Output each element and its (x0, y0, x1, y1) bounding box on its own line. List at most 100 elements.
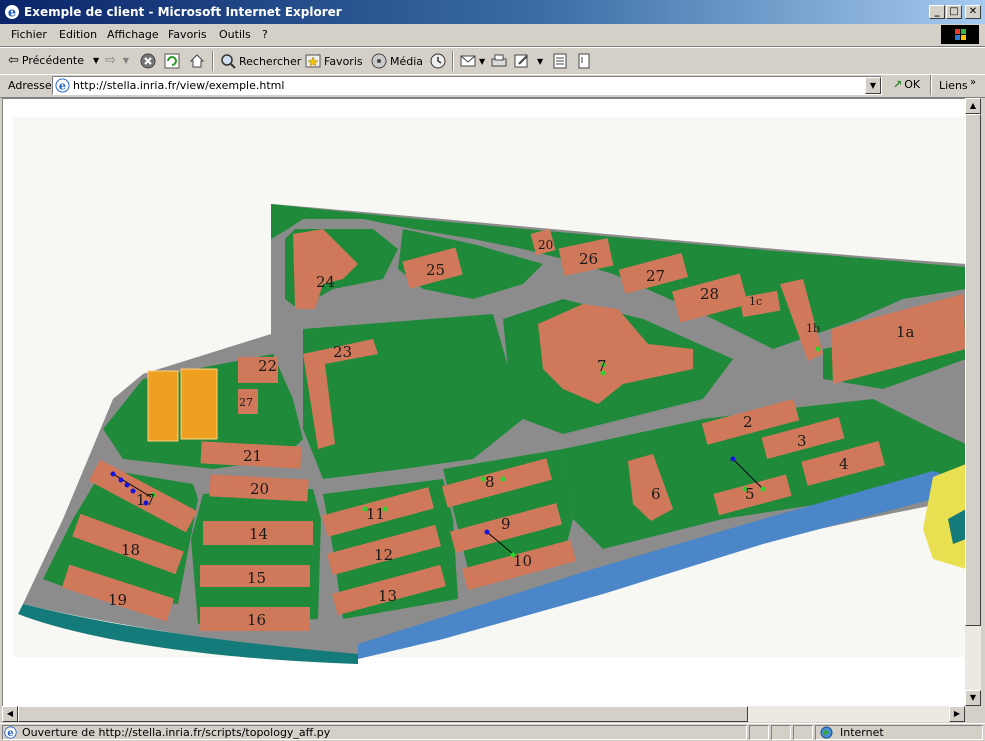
status-text: Ouverture de http://stella.inria.fr/scri… (22, 726, 331, 739)
printer-icon (491, 54, 507, 67)
label-27-small: 27 (239, 396, 253, 409)
label-23: 23 (333, 343, 352, 361)
go-label: OK (904, 78, 921, 91)
vertical-scrollbar[interactable]: ▲ ▼ (965, 98, 981, 706)
go-arrow-icon: ↗ (893, 78, 903, 91)
vertical-scroll-thumb[interactable] (965, 114, 981, 626)
campus-map[interactable]: 24 25 20 26 27 28 1c 1b 1a 23 7 22 27 21… (3, 99, 966, 707)
edit-button[interactable]: ▼ (514, 53, 543, 69)
label-8: 8 (485, 473, 495, 491)
label-12: 12 (374, 546, 393, 564)
menu-outils[interactable]: Outils (219, 28, 251, 41)
search-button[interactable]: Rechercher (220, 53, 301, 69)
menu-edition[interactable]: Edition (59, 28, 97, 41)
maximize-button[interactable]: □ (946, 5, 962, 19)
label-5: 5 (745, 485, 755, 503)
internet-explorer-icon: e (5, 5, 19, 21)
print-button[interactable] (490, 53, 508, 69)
scroll-left-button[interactable]: ◀ (2, 706, 18, 722)
status-panel-empty (749, 725, 769, 740)
svg-text:e: e (59, 79, 66, 93)
svg-text:e: e (8, 6, 16, 21)
label-24: 24 (316, 273, 335, 291)
scroll-corner (965, 706, 981, 722)
security-zone-panel: Internet (815, 725, 983, 740)
chevron-down-icon: ▼ (537, 56, 544, 66)
menu-help[interactable]: ? (262, 28, 268, 41)
discuss-button[interactable] (552, 53, 568, 69)
toolbar-separator (452, 51, 454, 71)
favorites-button[interactable]: Favoris (305, 53, 363, 69)
edit-icon (514, 54, 528, 68)
address-url: http://stella.inria.fr/view/exemple.html (73, 79, 285, 92)
media-icon (371, 53, 387, 69)
address-input[interactable]: e http://stella.inria.fr/view/exemple.ht… (52, 76, 882, 95)
horizontal-scrollbar[interactable]: ◀ ▶ (2, 706, 965, 722)
favorites-label: Favoris (324, 54, 363, 68)
windows-logo-icon (941, 25, 979, 44)
menu-affichage[interactable]: Affichage (107, 28, 159, 41)
refresh-button[interactable] (164, 53, 180, 69)
address-bar: Adresse e http://stella.inria.fr/view/ex… (0, 74, 985, 98)
chevron-right-icon: » (970, 77, 977, 88)
scroll-down-button[interactable]: ▼ (965, 690, 981, 706)
forward-arrow-icon: ⇨ (105, 53, 116, 68)
label-6: 6 (651, 485, 661, 503)
label-28: 28 (700, 285, 719, 303)
label-20: 20 (250, 480, 269, 498)
toolbar-separator (212, 51, 214, 71)
label-16: 16 (247, 611, 266, 629)
minimize-button[interactable]: _ (929, 5, 945, 19)
label-22: 22 (258, 357, 277, 375)
label-15: 15 (247, 569, 266, 587)
address-dropdown-button[interactable]: ▼ (865, 77, 881, 94)
status-bar: e Ouverture de http://stella.inria.fr/sc… (0, 723, 985, 741)
close-button[interactable]: ✕ (965, 5, 981, 19)
status-text-panel: e Ouverture de http://stella.inria.fr/sc… (2, 725, 747, 740)
home-button[interactable] (189, 53, 205, 69)
mail-icon (460, 55, 476, 67)
label-10: 10 (513, 552, 532, 570)
label-18: 18 (121, 541, 140, 559)
go-button[interactable]: ↗ OK (893, 78, 920, 91)
back-button[interactable]: ⇦ Précédente ▼ (8, 53, 99, 68)
svg-text:e: e (7, 728, 13, 739)
label-9: 9 (501, 515, 511, 533)
mail-button[interactable]: ▼ (460, 53, 485, 69)
scroll-right-button[interactable]: ▶ (949, 706, 965, 722)
history-globe-icon (430, 53, 446, 69)
title-bar: e Exemple de client - Microsoft Internet… (0, 0, 985, 24)
label-1b: 1b (806, 322, 820, 335)
menu-favoris[interactable]: Favoris (168, 28, 207, 41)
search-icon (221, 54, 236, 69)
history-button[interactable] (429, 53, 447, 69)
chevron-down-icon: ▼ (479, 56, 486, 66)
media-button[interactable]: Média (371, 53, 423, 69)
zone-label: Internet (840, 726, 884, 739)
scroll-up-button[interactable]: ▲ (965, 98, 981, 114)
label-1c: 1c (749, 295, 762, 308)
status-panel-empty (771, 725, 791, 740)
label-3: 3 (797, 432, 807, 450)
label-2: 2 (743, 413, 753, 431)
page-loading-icon: e (4, 726, 17, 739)
stop-button[interactable] (140, 53, 156, 69)
page-content: 24 25 20 26 27 28 1c 1b 1a 23 7 22 27 21… (2, 98, 966, 707)
orange-court (147, 370, 179, 442)
status-panel-empty (793, 725, 813, 740)
menu-fichier[interactable]: Fichier (11, 28, 47, 41)
label-20-small: 20 (538, 238, 553, 252)
favorites-star-icon (305, 54, 321, 68)
orange-court (180, 368, 218, 440)
discuss-icon (553, 53, 567, 69)
refresh-icon (164, 53, 180, 69)
forward-button[interactable]: ⇨ ▼ (105, 53, 129, 68)
label-13: 13 (378, 587, 397, 605)
page-icon: e (55, 78, 70, 93)
links-button[interactable]: Liens (939, 79, 968, 92)
label-27: 27 (646, 267, 665, 285)
horizontal-scroll-thumb[interactable] (18, 706, 748, 722)
label-17: 17 (136, 491, 155, 509)
back-arrow-icon: ⇦ (8, 53, 19, 68)
messenger-button[interactable] (576, 53, 592, 69)
